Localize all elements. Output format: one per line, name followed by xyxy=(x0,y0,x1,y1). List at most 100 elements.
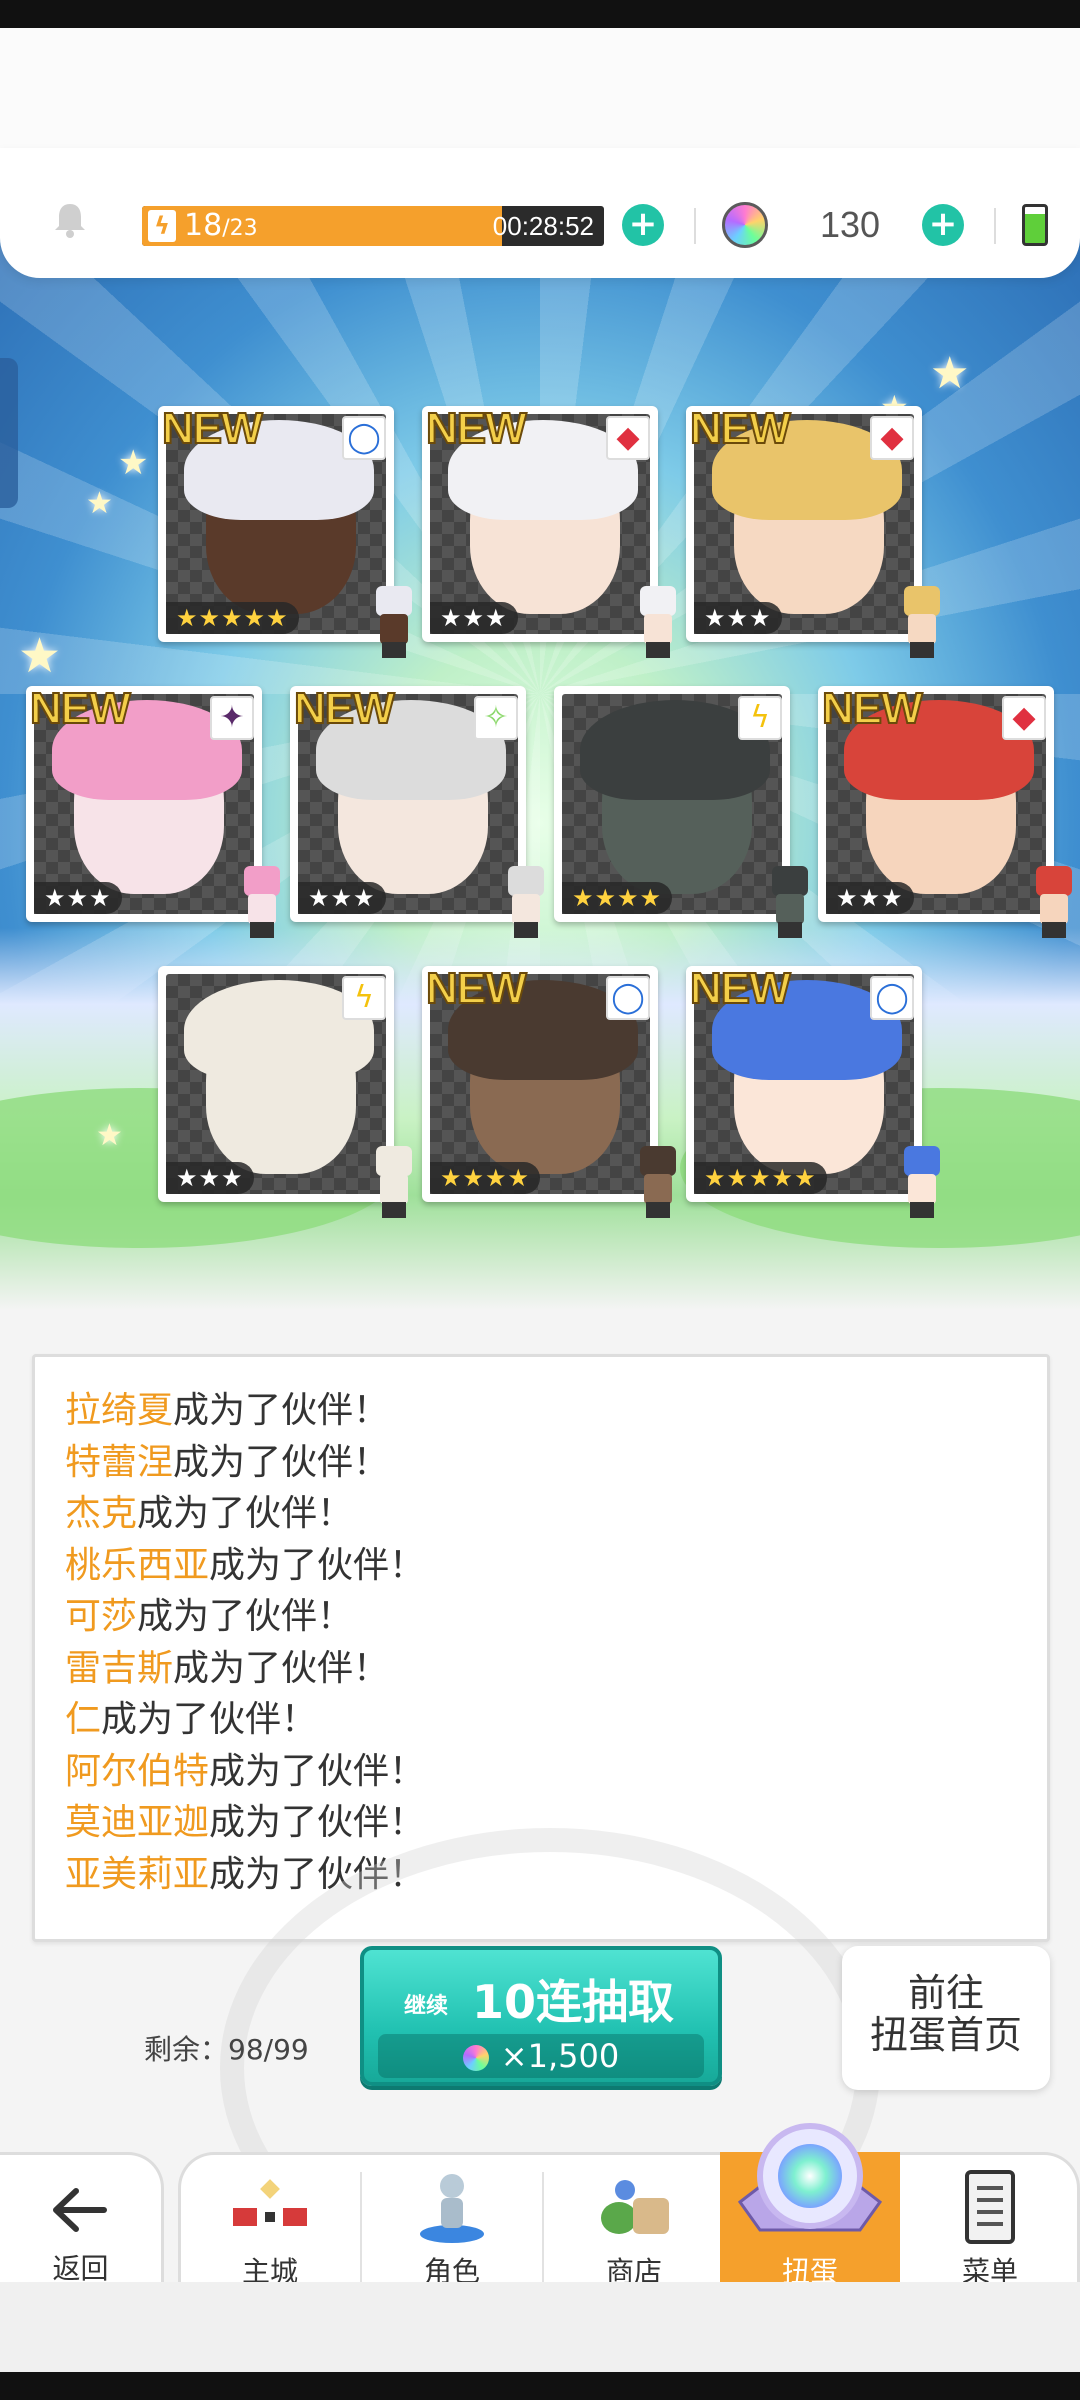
side-drawer-tab[interactable] xyxy=(0,358,18,508)
rarity-stars: ★★★ xyxy=(694,602,782,634)
rarity-stars: ★★★ xyxy=(826,882,914,914)
resource-header: ϟ 18/23 00:28:52 + 130 + xyxy=(0,148,1080,278)
gem-count: 130 xyxy=(820,204,881,245)
bell-icon[interactable] xyxy=(50,200,90,240)
character-name: 莫迪亚迦 xyxy=(65,1802,210,1843)
result-message: 桃乐西亚成为了伙伴！ xyxy=(65,1536,425,1588)
character-name: 阿尔伯特 xyxy=(65,1750,210,1792)
circle-blue-icon: ◯ xyxy=(342,416,386,460)
message-text: 成为了伙伴！ xyxy=(173,1390,390,1431)
character-card[interactable]: NEW ◯ ★★★★★ xyxy=(686,963,940,1218)
result-message: 杰克成为了伙伴！ xyxy=(65,1484,353,1536)
character-name: 拉绮夏 xyxy=(65,1390,174,1431)
sprite-head xyxy=(904,1146,940,1176)
pull-10-button[interactable]: 继续 10连抽取 ×1,500 xyxy=(360,1946,722,2086)
rarity-stars: ★★★★★ xyxy=(694,1162,827,1194)
new-badge: NEW xyxy=(689,963,792,1014)
sprite-head xyxy=(376,586,412,616)
character-card[interactable]: NEW ◆ ★★★ xyxy=(422,403,676,658)
result-message: 可莎成为了伙伴！ xyxy=(65,1587,353,1639)
lightning-icon: ϟ xyxy=(148,210,176,242)
bolt-yellow-icon: ϟ xyxy=(342,976,386,1020)
sprite-head xyxy=(904,586,940,616)
character-icon xyxy=(420,2174,484,2243)
sprite-body xyxy=(512,894,540,924)
character-card[interactable]: NEW ◆ ★★★ xyxy=(818,683,1072,938)
sprite-body xyxy=(380,1174,408,1204)
gacha-result-screen: ★ ★ ★ ★ ★ ★ ϟ 18/23 00:28:52 + 130 + NEW… xyxy=(0,28,1080,2372)
result-message: 特蕾涅成为了伙伴！ xyxy=(65,1433,389,1485)
character-card[interactable]: NEW ✧ ★★★ xyxy=(290,683,544,938)
sprite-head xyxy=(640,586,676,616)
gem-icon xyxy=(722,202,768,248)
star-icon: ★ xyxy=(118,443,149,483)
character-name: 特蕾涅 xyxy=(65,1441,174,1483)
message-text: 成为了伙伴！ xyxy=(173,1647,390,1689)
message-text: 成为了伙伴！ xyxy=(101,1699,318,1740)
sprite-body xyxy=(644,614,672,644)
bolt-yellow-icon: ϟ xyxy=(738,696,782,740)
sprite-head xyxy=(508,866,544,896)
sprite-body xyxy=(908,1174,936,1204)
chibi-sprite xyxy=(366,586,422,662)
shop-bag-icon xyxy=(601,2180,669,2234)
sprite-legs xyxy=(382,1202,406,1218)
rarity-stars: ★★★ xyxy=(34,882,122,914)
result-message: 阿尔伯特成为了伙伴！ xyxy=(65,1742,425,1794)
sprite-body xyxy=(908,614,936,644)
chibi-sprite xyxy=(234,866,290,942)
star-purple-icon: ✦ xyxy=(210,696,254,740)
result-message: 拉绮夏成为了伙伴！ xyxy=(65,1381,389,1433)
character-card[interactable]: NEW ◯ ★★★★ xyxy=(422,963,676,1218)
bottom-navigation: 返回 主城 角色 商店 扭蛋 菜单 xyxy=(0,2122,1080,2304)
circle-blue-icon: ◯ xyxy=(606,976,650,1020)
character-card[interactable]: ϟ ★★★ xyxy=(158,966,412,1218)
diamond-red-icon: ◆ xyxy=(870,416,914,460)
sparkle-green-icon: ✧ xyxy=(474,696,518,740)
pull-label: 10连抽取 xyxy=(472,1975,675,2029)
rarity-stars: ★★★ xyxy=(166,1162,254,1194)
new-badge: NEW xyxy=(161,403,264,454)
diamond-red-icon: ◆ xyxy=(1002,696,1046,740)
chibi-sprite xyxy=(894,1146,950,1222)
character-name: 杰克 xyxy=(65,1493,138,1534)
rarity-stars: ★★★★ xyxy=(430,1162,541,1194)
circle-blue-icon: ◯ xyxy=(870,976,914,1020)
character-card[interactable]: ϟ ★★★★ xyxy=(554,686,808,938)
town-icon xyxy=(233,2179,307,2226)
character-card[interactable]: NEW ◯ ★★★★★ xyxy=(158,403,412,658)
rarity-stars: ★★★ xyxy=(298,882,386,914)
new-badge: NEW xyxy=(29,683,132,734)
character-card[interactable]: NEW ✦ ★★★ xyxy=(26,683,280,938)
message-text: 成为了伙伴！ xyxy=(173,1441,390,1483)
divider xyxy=(694,208,696,244)
gacha-orb-icon xyxy=(737,2123,883,2232)
character-card[interactable]: NEW ◆ ★★★ xyxy=(686,403,940,658)
back-arrow-icon xyxy=(53,2188,107,2232)
add-stamina-button[interactable]: + xyxy=(622,204,664,246)
battery-icon xyxy=(1022,204,1048,246)
message-text: 成为了伙伴！ xyxy=(209,1802,426,1843)
goto-gacha-home-button[interactable]: 前往 扭蛋首页 xyxy=(842,1946,1050,2090)
character-name: 桃乐西亚 xyxy=(65,1544,210,1586)
star-icon: ★ xyxy=(18,628,62,684)
character-name: 可莎 xyxy=(65,1596,138,1637)
result-message: 仁成为了伙伴！ xyxy=(65,1690,317,1742)
back-label: 返回 xyxy=(52,2252,109,2285)
add-gem-button[interactable]: + xyxy=(922,204,964,246)
star-icon: ★ xyxy=(930,348,970,399)
chibi-sprite xyxy=(630,1146,686,1222)
stamina-count: 18/23 xyxy=(184,208,258,243)
bottom-strip xyxy=(0,2282,1080,2372)
goto-label-line1: 前往 xyxy=(907,1971,984,2015)
sprite-body xyxy=(248,894,276,924)
rarity-stars: ★★★★★ xyxy=(166,602,299,634)
sprite-body xyxy=(644,1174,672,1204)
new-badge: NEW xyxy=(425,403,528,454)
sprite-legs xyxy=(514,922,538,938)
gem-icon xyxy=(462,2045,489,2071)
result-message: 莫迪亚迦成为了伙伴！ xyxy=(65,1793,425,1845)
sprite-head xyxy=(1036,866,1072,896)
goto-label-line2: 扭蛋首页 xyxy=(869,2013,1022,2057)
chibi-sprite xyxy=(498,866,554,942)
